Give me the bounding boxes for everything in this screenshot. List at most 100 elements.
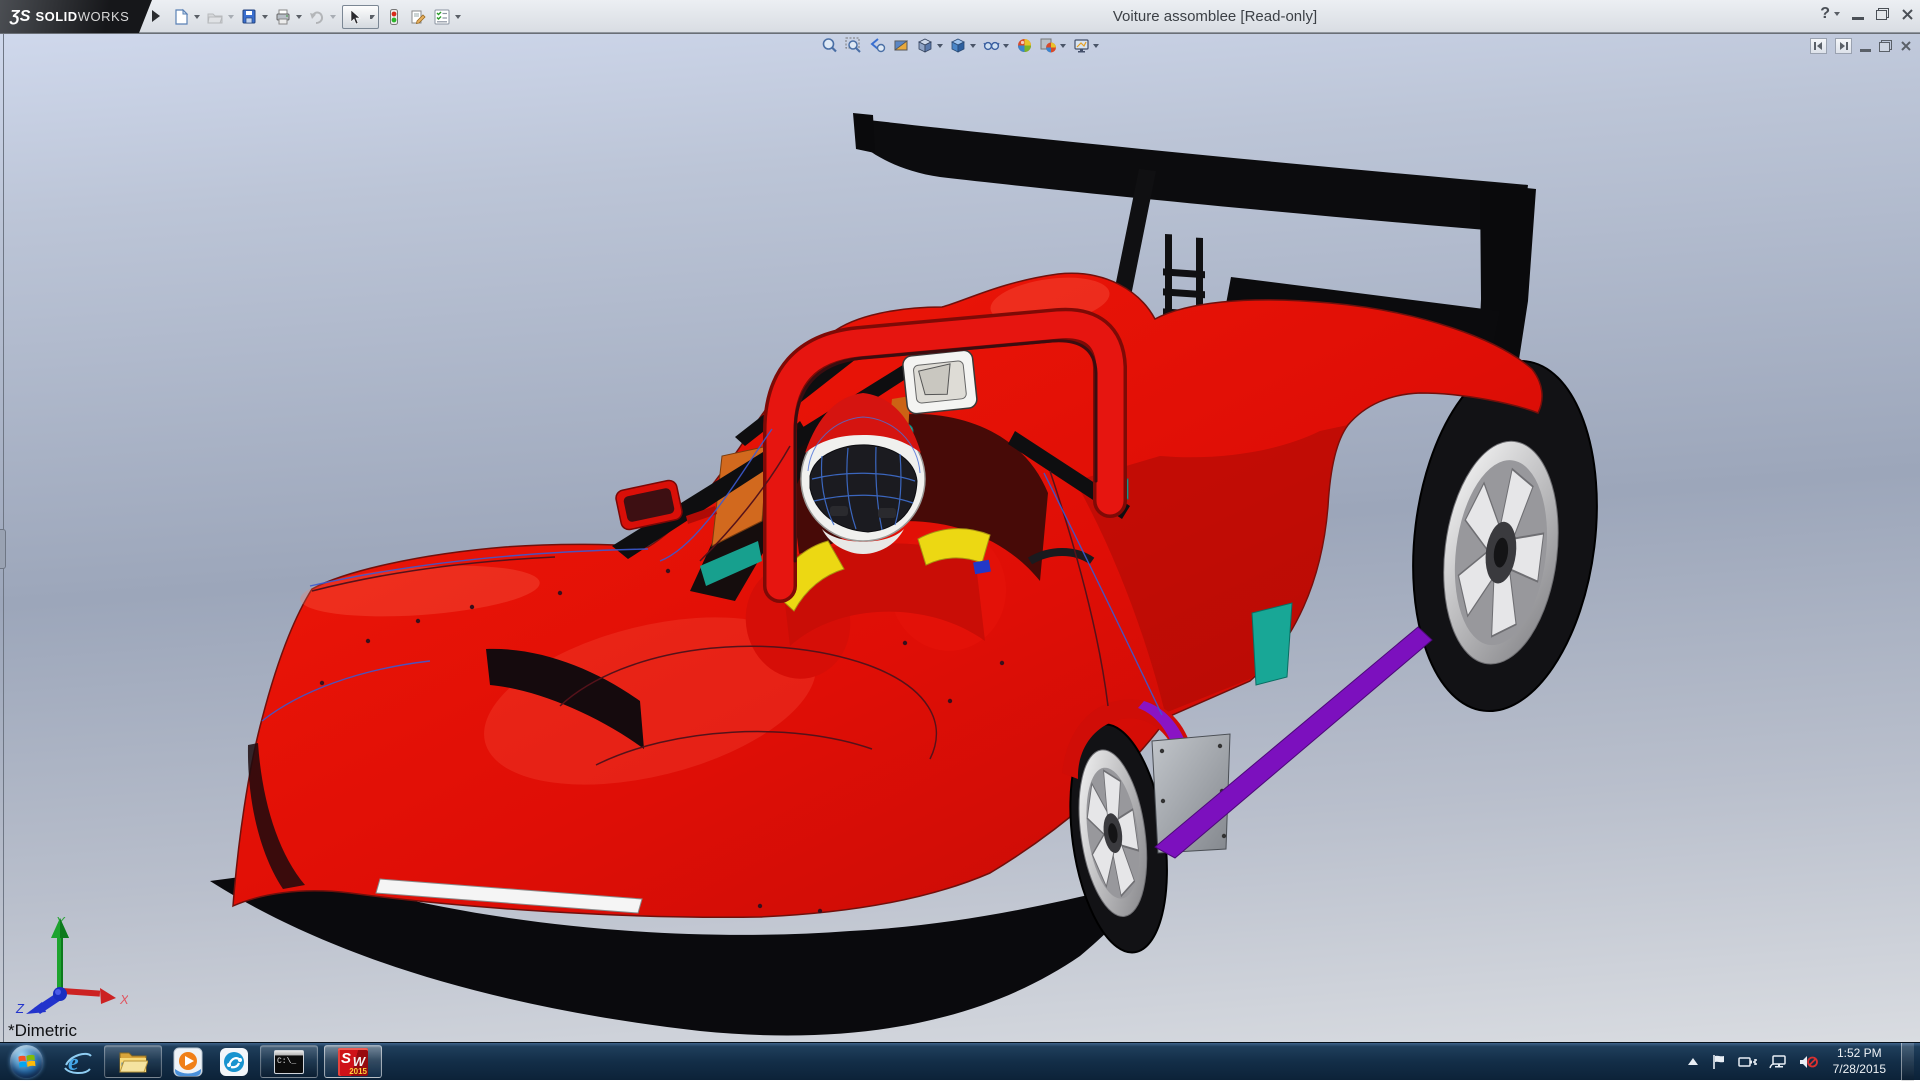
window-controls: ? [1820, 5, 1914, 23]
new-document-icon [172, 8, 190, 26]
save-button[interactable] [240, 8, 268, 26]
windows-taskbar: e [0, 1042, 1920, 1080]
display-style-caret[interactable] [970, 44, 976, 51]
taskbar-item-command-prompt[interactable]: C:\_ [260, 1045, 318, 1078]
heads-up-view-toolbar [821, 37, 1099, 54]
help-icon: ? [1820, 5, 1830, 23]
side-window [1252, 603, 1292, 685]
file-properties-icon [409, 8, 427, 26]
command-prompt-icon-text: C:\_ [277, 1058, 296, 1066]
options-dropdown-caret[interactable] [455, 15, 461, 22]
open-dropdown-caret[interactable] [228, 15, 234, 22]
previous-view-icon [869, 37, 886, 54]
feature-panel-splitter-handle[interactable] [0, 529, 6, 569]
menu-expand-arrow-icon[interactable] [152, 10, 166, 22]
view-settings-button[interactable] [1073, 37, 1099, 54]
solidworks-logo-bold: SOLID [35, 9, 77, 24]
clock-date: 7/28/2015 [1833, 1062, 1886, 1078]
display-style-button[interactable] [950, 37, 976, 54]
intake-box [902, 350, 978, 415]
save-floppy-icon [240, 8, 258, 26]
select-dropdown-caret[interactable] [370, 15, 375, 22]
print-dropdown-caret[interactable] [296, 15, 302, 22]
solidworks-icon-year: 2015 [349, 1067, 367, 1076]
zoom-to-fit-icon [821, 37, 838, 54]
section-view-button[interactable] [893, 37, 910, 54]
restore-document-icon [1879, 40, 1892, 52]
pane-arrow-left-button[interactable] [1810, 38, 1827, 54]
start-button[interactable] [10, 1045, 43, 1078]
restore-button[interactable] [1876, 8, 1889, 20]
minimize-icon [1852, 17, 1864, 20]
view-orientation-button[interactable] [917, 37, 943, 54]
file-properties-button[interactable] [409, 8, 427, 26]
previous-view-button[interactable] [869, 37, 886, 54]
taskbar-item-internet-explorer[interactable]: e [55, 1043, 101, 1081]
solidworks-logo-light: WORKS [78, 9, 130, 24]
display-style-icon [950, 37, 967, 54]
save-dropdown-caret[interactable] [262, 15, 268, 22]
title-bar: ƷS SOLIDWORKS [0, 0, 1920, 33]
hide-show-items-caret[interactable] [1003, 44, 1009, 51]
taskbar-item-media-player[interactable] [165, 1043, 211, 1081]
help-button[interactable]: ? [1820, 5, 1840, 23]
media-player-icon [173, 1047, 203, 1077]
zoom-to-area-icon [845, 37, 862, 54]
options-checklist-icon [433, 8, 451, 26]
new-document-button[interactable] [172, 8, 200, 26]
undo-icon [308, 8, 326, 26]
hide-show-items-button[interactable] [983, 37, 1009, 54]
view-settings-caret[interactable] [1093, 44, 1099, 51]
wheel-rear-right [1394, 350, 1616, 721]
network-icon[interactable] [1769, 1054, 1787, 1070]
view-settings-icon [1073, 37, 1090, 54]
taskbar-item-solidworks[interactable]: S W 2015 [324, 1045, 382, 1078]
solidworks-2015-icon: S W 2015 [338, 1048, 368, 1076]
print-button[interactable] [274, 8, 302, 26]
clock-time: 1:52 PM [1833, 1046, 1886, 1062]
apply-scene-caret[interactable] [1060, 44, 1066, 51]
undo-dropdown-caret[interactable] [330, 15, 336, 22]
rebuild-button[interactable] [385, 8, 403, 26]
taskbar-clock[interactable]: 1:52 PM 7/28/2015 [1833, 1046, 1886, 1077]
rebuild-traffic-light-icon [385, 8, 403, 26]
reference-triad: Y X Z [8, 914, 128, 1014]
new-document-dropdown-caret[interactable] [194, 15, 200, 22]
graphics-area[interactable]: Y X Z *Dimetric [0, 33, 1920, 1042]
open-button[interactable] [206, 8, 234, 26]
apply-scene-button[interactable] [1040, 37, 1066, 54]
close-icon [1901, 8, 1914, 21]
undo-button[interactable] [308, 8, 336, 26]
minimize-document-button[interactable] [1860, 41, 1871, 52]
blue-utility-app-icon [219, 1047, 249, 1077]
windows-explorer-folder-icon [118, 1049, 148, 1075]
command-prompt-icon: C:\_ [274, 1050, 304, 1074]
window-title: Voiture assomblee [Read-only] [1015, 8, 1415, 25]
pane-arrow-right-button[interactable] [1835, 38, 1852, 54]
close-document-button[interactable] [1900, 40, 1912, 52]
solidworks-logo-glyph: ƷS [10, 8, 30, 26]
view-orientation-label: *Dimetric [8, 1021, 77, 1041]
power-battery-icon[interactable] [1738, 1054, 1758, 1070]
taskbar-item-blue-utility-app[interactable] [211, 1043, 257, 1081]
zoom-to-fit-button[interactable] [821, 37, 838, 54]
select-tool-button[interactable] [342, 5, 379, 29]
help-dropdown-caret[interactable] [1834, 12, 1840, 19]
close-document-icon [1900, 40, 1912, 52]
options-button[interactable] [433, 8, 461, 26]
print-icon [274, 8, 292, 26]
hidden-icons-button[interactable] [1686, 1057, 1700, 1067]
edit-appearance-button[interactable] [1016, 37, 1033, 54]
pane-arrow-right-icon [1838, 41, 1849, 51]
action-center-flag-icon[interactable] [1711, 1054, 1727, 1070]
close-button[interactable] [1901, 8, 1914, 21]
minimize-button[interactable] [1852, 8, 1864, 20]
view-orientation-caret[interactable] [937, 44, 943, 51]
restore-document-button[interactable] [1879, 40, 1892, 52]
taskbar-item-windows-explorer[interactable] [104, 1045, 162, 1078]
zoom-to-area-button[interactable] [845, 37, 862, 54]
triad-x-label: X [119, 992, 128, 1007]
volume-muted-icon[interactable] [1798, 1054, 1818, 1070]
view-orientation-icon [917, 37, 934, 54]
show-desktop-button[interactable] [1901, 1043, 1914, 1081]
